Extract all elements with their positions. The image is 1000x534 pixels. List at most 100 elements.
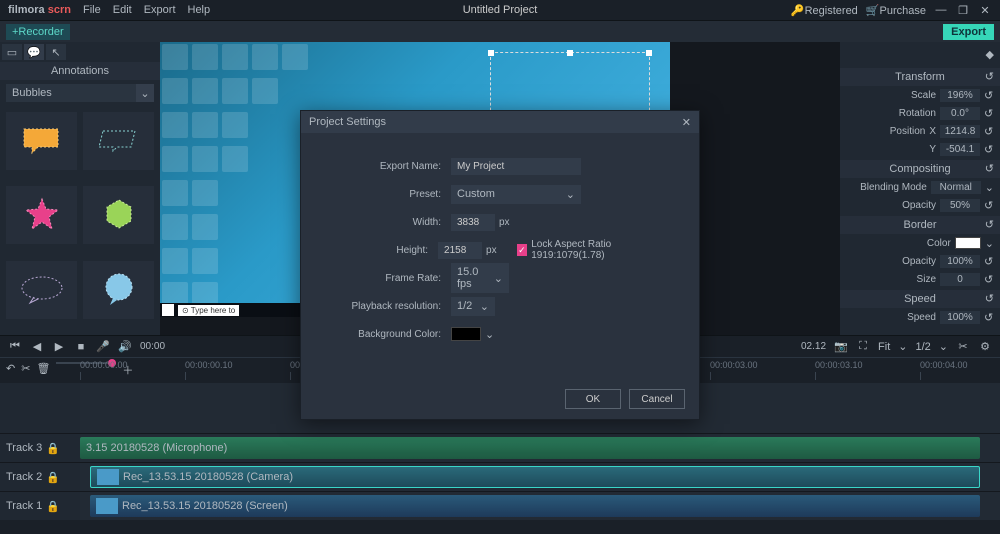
cancel-button[interactable]: Cancel: [629, 389, 685, 409]
export-button[interactable]: Export: [943, 24, 994, 40]
bubble-shape-2[interactable]: [83, 112, 154, 170]
annotation-category-select[interactable]: Bubbles ⌄: [6, 84, 154, 102]
volume-icon[interactable]: 🔊: [118, 340, 132, 354]
preset-select[interactable]: Custom⌄: [451, 185, 581, 204]
position-x-value[interactable]: 1214.8: [940, 125, 980, 138]
framerate-select[interactable]: 15.0 fps⌄: [451, 263, 509, 293]
chevron-down-icon: ⌄: [566, 188, 575, 201]
reset-icon[interactable]: ↺: [984, 255, 994, 268]
tab-cursor-icon[interactable]: ↖: [46, 44, 66, 60]
scale-value[interactable]: 196%: [940, 89, 980, 102]
bubble-shape-5[interactable]: [6, 261, 77, 319]
purchase-link[interactable]: 🛒Purchase: [866, 4, 926, 17]
crop-icon[interactable]: ✂: [956, 340, 970, 354]
prev-frame-icon[interactable]: ⏮: [8, 340, 22, 354]
cut-icon[interactable]: ✂: [21, 362, 30, 378]
keyframe-icon[interactable]: ◆: [986, 48, 994, 64]
chevron-down-icon: ⌄: [985, 237, 994, 250]
reset-icon[interactable]: ↺: [985, 160, 994, 178]
settings-icon[interactable]: ⚙: [978, 340, 992, 354]
mic-icon[interactable]: 🎤: [96, 340, 110, 354]
chevron-down-icon: ⌄: [480, 300, 489, 313]
undo-icon[interactable]: ↶: [6, 362, 15, 378]
screen-clip[interactable]: Rec_13.53.15 20180528 (Screen): [90, 495, 980, 517]
border-size-value[interactable]: 0: [940, 273, 980, 286]
close-icon[interactable]: ✕: [978, 3, 992, 17]
rotation-value[interactable]: 0.0°: [940, 107, 980, 120]
toolbar: +Recorder Export: [0, 20, 1000, 42]
audio-clip[interactable]: 3.15 20180528 (Microphone): [80, 437, 980, 459]
chevron-down-icon: ⌄: [985, 181, 994, 194]
menu-help[interactable]: Help: [188, 4, 211, 16]
blend-mode-select[interactable]: Normal: [931, 181, 981, 194]
fit-select[interactable]: Fit: [878, 341, 890, 353]
speed-value[interactable]: 100%: [940, 311, 980, 324]
width-input[interactable]: [451, 214, 495, 231]
reset-icon[interactable]: ↺: [984, 143, 994, 156]
reset-icon[interactable]: ↺: [984, 89, 994, 102]
reset-icon[interactable]: ↺: [984, 199, 994, 212]
border-color-swatch[interactable]: [955, 237, 981, 249]
border-header: Border: [903, 216, 936, 234]
tab-annotations-icon[interactable]: 💬: [24, 44, 44, 60]
lock-icon[interactable]: 🔒: [46, 471, 60, 484]
project-settings-dialog: Project Settings ✕ Export Name: Preset:C…: [300, 110, 700, 420]
close-icon[interactable]: ✕: [682, 116, 691, 129]
properties-panel: ◆ Transform↺ Scale196%↺ Rotation0.0°↺ Po…: [840, 42, 1000, 335]
reset-icon[interactable]: ↺: [985, 290, 994, 308]
camera-clip[interactable]: Rec_13.53.15 20180528 (Camera): [90, 466, 980, 488]
export-name-input[interactable]: [451, 158, 581, 175]
titlebar: filmora scrn File Edit Export Help Untit…: [0, 0, 1000, 20]
bubble-shape-3[interactable]: [6, 186, 77, 244]
timecode-left: 00:00: [140, 341, 165, 352]
track-3-label: Track 3: [6, 442, 42, 454]
border-opacity-value[interactable]: 100%: [940, 255, 980, 268]
chevron-down-icon: ⌄: [494, 272, 503, 285]
reset-icon[interactable]: ↺: [985, 216, 994, 234]
chevron-down-icon: ⌄: [136, 84, 154, 102]
project-title: Untitled Project: [463, 4, 538, 16]
ok-button[interactable]: OK: [565, 389, 621, 409]
bubble-shape-1[interactable]: [6, 112, 77, 170]
playback-res-select[interactable]: 1/2⌄: [451, 297, 495, 316]
app-logo: filmora scrn: [8, 4, 71, 16]
lock-icon[interactable]: 🔒: [46, 442, 60, 455]
opacity-value[interactable]: 50%: [940, 199, 980, 212]
reset-icon[interactable]: ↺: [984, 125, 994, 138]
delete-icon[interactable]: 🗑: [36, 362, 50, 378]
chevron-down-icon: ⌄: [898, 340, 907, 353]
transform-header: Transform: [895, 68, 945, 86]
minimize-icon[interactable]: —: [934, 3, 948, 17]
compositing-header: Compositing: [889, 160, 950, 178]
registered-link[interactable]: 🔑Registered: [791, 4, 858, 17]
position-y-value[interactable]: -504.1: [940, 143, 980, 156]
bubble-shape-4[interactable]: [83, 186, 154, 244]
fullscreen-icon[interactable]: ⛶: [856, 340, 870, 354]
reset-icon[interactable]: ↺: [985, 68, 994, 86]
snapshot-icon[interactable]: 📷: [834, 340, 848, 354]
play-icon[interactable]: ▶: [52, 340, 66, 354]
menu-export[interactable]: Export: [144, 4, 176, 16]
maximize-icon[interactable]: ❐: [956, 3, 970, 17]
dialog-title: Project Settings: [309, 116, 386, 128]
stop-icon[interactable]: ■: [74, 340, 88, 354]
menu-edit[interactable]: Edit: [113, 4, 132, 16]
track-1-label: Track 1: [6, 500, 42, 512]
reset-icon[interactable]: ↺: [984, 311, 994, 324]
bubble-shape-6[interactable]: [83, 261, 154, 319]
height-input[interactable]: [438, 242, 482, 259]
reset-icon[interactable]: ↺: [984, 273, 994, 286]
menu-file[interactable]: File: [83, 4, 101, 16]
main-menu: File Edit Export Help: [83, 4, 210, 16]
zoom-select[interactable]: 1/2: [915, 341, 930, 353]
chevron-down-icon: ⌄: [939, 340, 948, 353]
bgcolor-swatch[interactable]: [451, 327, 481, 341]
chevron-down-icon[interactable]: ⌄: [485, 328, 494, 341]
recorder-button[interactable]: +Recorder: [6, 24, 70, 40]
reset-icon[interactable]: ↺: [984, 107, 994, 120]
lock-aspect-checkbox[interactable]: ✓: [517, 244, 528, 256]
timecode-mid: 02.12: [801, 341, 826, 352]
step-back-icon[interactable]: ◀: [30, 340, 44, 354]
tab-media-icon[interactable]: ▭: [2, 44, 22, 60]
lock-icon[interactable]: 🔒: [46, 500, 60, 513]
